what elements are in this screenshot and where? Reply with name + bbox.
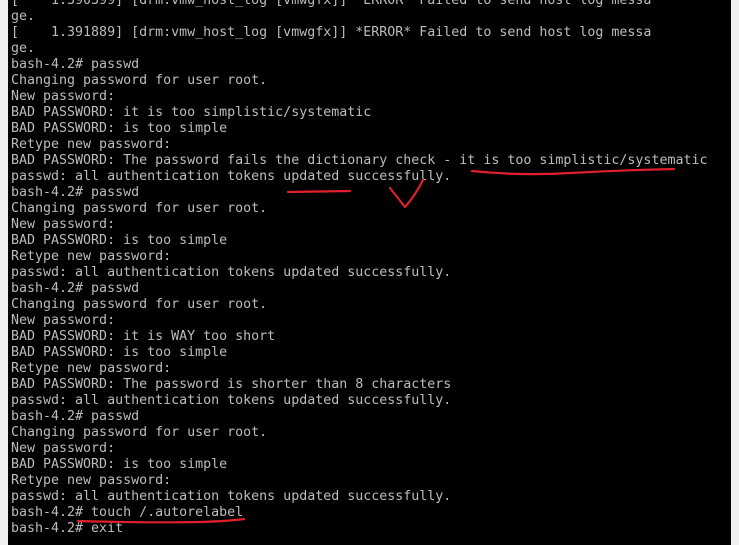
terminal-line: bash-4.2# passwd (11, 57, 140, 72)
terminal-line: bash-4.2# passwd (11, 409, 140, 424)
terminal-line: BAD PASSWORD: The password fails the dic… (11, 153, 708, 168)
terminal-line: Changing password for user root. (11, 201, 268, 216)
terminal-line: passwd: all authentication tokens update… (11, 489, 452, 504)
terminal-line: BAD PASSWORD: is too simple (11, 121, 228, 136)
terminal-line: BAD PASSWORD: is too simple (11, 457, 228, 472)
window-left-border (0, 0, 8, 545)
terminal-line: Retype new password: (11, 249, 172, 264)
terminal-line: Changing password for user root. (11, 73, 268, 88)
terminal-line: passwd: all authentication tokens update… (11, 393, 452, 408)
terminal-line: bash-4.2# passwd (11, 185, 140, 200)
terminal-line: bash-4.2# exit (11, 521, 124, 536)
terminal-output: [ 1.390399] [drm:vmw_host_log [vmwgfx]] … (11, 0, 707, 537)
terminal-line: Changing password for user root. (11, 425, 268, 440)
terminal-line: Retype new password: (11, 137, 172, 152)
terminal-line: passwd: all authentication tokens update… (11, 265, 452, 280)
terminal-line: New password: (11, 441, 116, 456)
terminal-line: Changing password for user root. (11, 297, 268, 312)
terminal-line: bash-4.2# passwd (11, 281, 140, 296)
window-right-border (731, 0, 739, 545)
terminal-line: BAD PASSWORD: it is too simplistic/syste… (11, 105, 372, 120)
terminal-line: ge. (11, 9, 36, 24)
terminal-line: BAD PASSWORD: it is WAY too short (11, 329, 276, 344)
terminal-line: Retype new password: (11, 473, 172, 488)
terminal-line: [ 1.390399] [drm:vmw_host_log [vmwgfx]] … (11, 0, 652, 8)
console-screenshot: [ 1.390399] [drm:vmw_host_log [vmwgfx]] … (0, 0, 739, 545)
terminal-line: BAD PASSWORD: is too simple (11, 345, 228, 360)
terminal-line: New password: (11, 89, 116, 104)
terminal-line: New password: (11, 217, 116, 232)
terminal-line: Retype new password: (11, 361, 172, 376)
terminal-line: New password: (11, 313, 116, 328)
terminal-line: BAD PASSWORD: The password is shorter th… (11, 377, 452, 392)
terminal-line: bash-4.2# touch /.autorelabel (11, 505, 244, 520)
terminal-line: passwd: all authentication tokens update… (11, 169, 452, 184)
terminal-line: BAD PASSWORD: is too simple (11, 233, 228, 248)
terminal-line: ge. (11, 41, 36, 56)
terminal-line: [ 1.391889] [drm:vmw_host_log [vmwgfx]] … (11, 25, 652, 40)
